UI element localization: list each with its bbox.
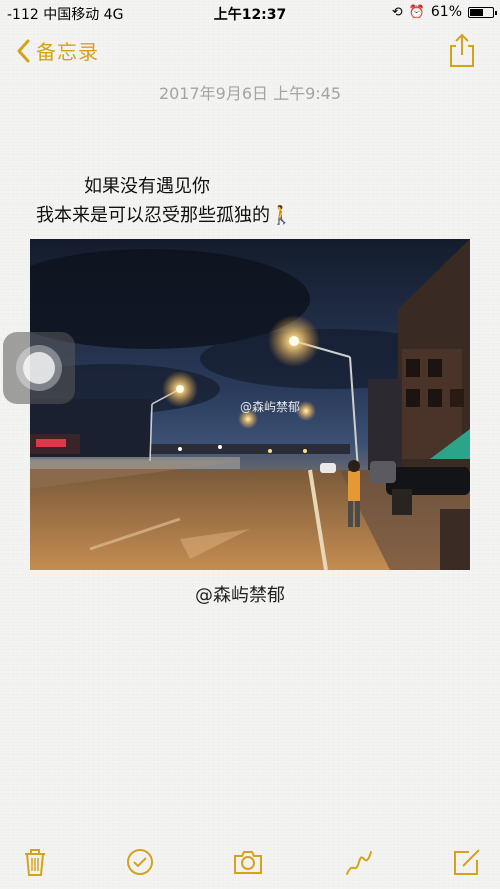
camera-button[interactable] — [232, 846, 264, 878]
sketch-button[interactable] — [343, 846, 375, 878]
note-text-line-1[interactable]: 如果没有遇见你 — [84, 172, 210, 198]
note-caption[interactable]: @森屿禁郁 — [0, 581, 480, 607]
orientation-lock-icon: ⟲ — [391, 4, 403, 20]
battery-icon — [468, 6, 497, 18]
back-label: 备忘录 — [36, 40, 99, 64]
bottom-toolbar — [0, 840, 500, 884]
checklist-button[interactable] — [124, 846, 156, 878]
delete-button[interactable] — [19, 846, 51, 878]
battery-fill — [470, 8, 484, 16]
share-icon — [450, 33, 474, 67]
checklist-icon — [127, 849, 153, 875]
camera-icon — [234, 851, 262, 874]
alarm-icon: ⏰ — [408, 4, 425, 20]
trash-icon — [25, 849, 45, 876]
compose-button[interactable] — [451, 846, 483, 878]
assistive-ring-inner — [23, 352, 55, 384]
chevron-left-icon — [17, 39, 30, 62]
assistive-touch-button[interactable] — [3, 332, 75, 404]
note-photo[interactable]: @森屿禁郁 — [30, 239, 470, 570]
sketch-icon — [346, 851, 372, 875]
back-button[interactable]: 备忘录 — [16, 36, 99, 65]
status-right-group: ⟲ ⏰ 61% — [391, 4, 497, 20]
battery-percent: 61% — [430, 4, 462, 20]
share-button[interactable] — [448, 32, 476, 68]
compose-icon — [454, 849, 480, 875]
note-text-line-2[interactable]: 我本来是可以忍受那些孤独的🚶 — [36, 201, 292, 227]
image-watermark: @森屿禁郁 — [240, 400, 301, 414]
note-date: 2017年9月6日 上午9:45 — [158, 84, 342, 103]
status-bar: -112 中国移动 4G 上午12:37 ⟲ ⏰ 61% — [0, 0, 500, 24]
